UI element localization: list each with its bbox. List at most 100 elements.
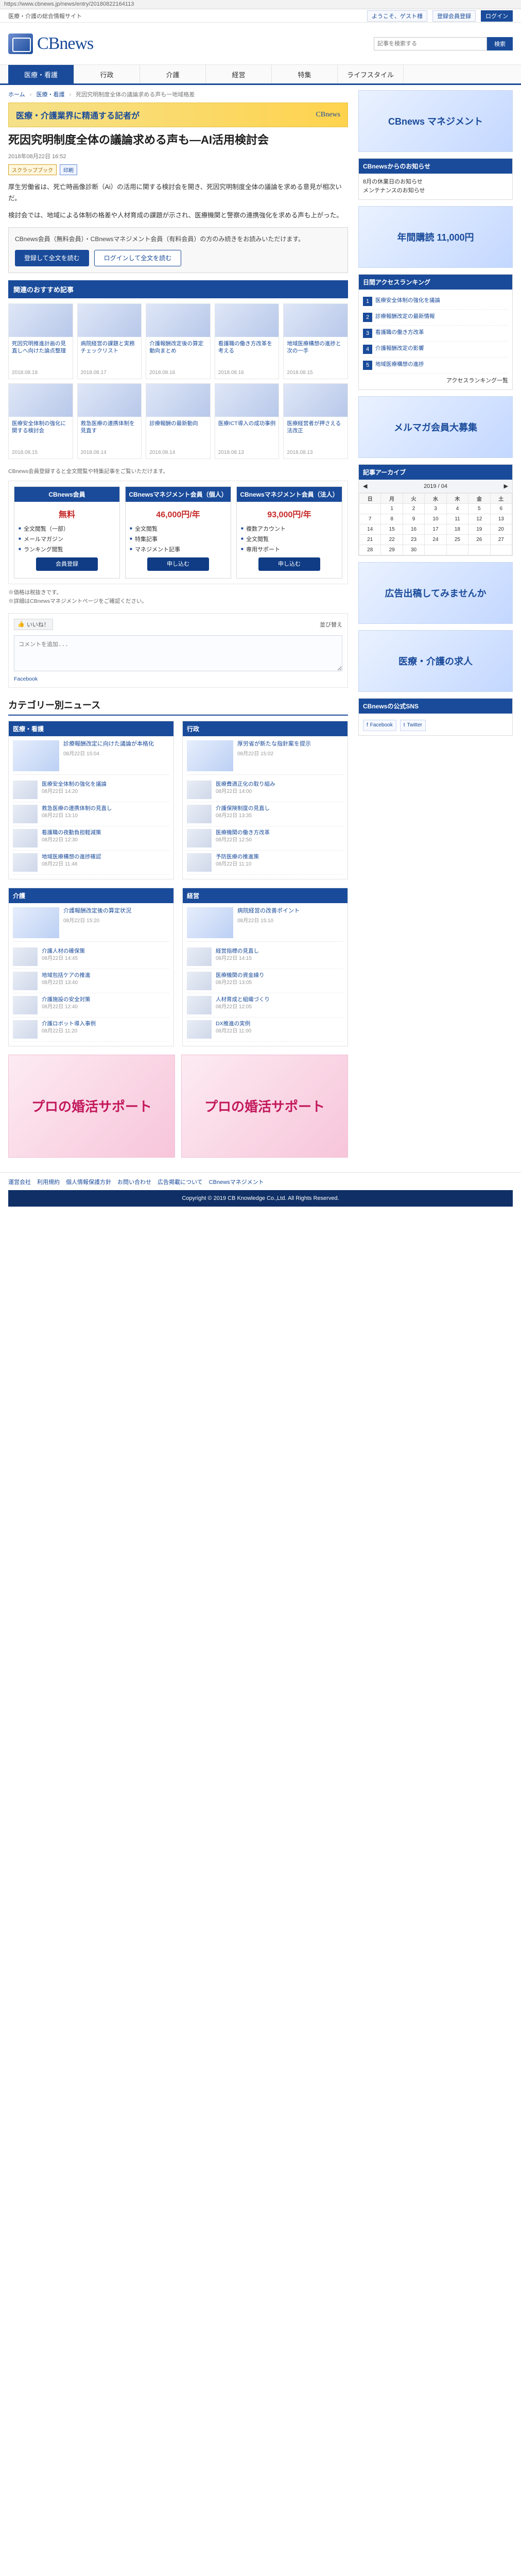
ranking-item[interactable]: 4 介護報酬改定の影響	[363, 342, 508, 358]
chevron-right-icon[interactable]: ▶	[504, 483, 508, 489]
category-item[interactable]: 介護ロボット導入事例 08月22日 11:20	[13, 1018, 169, 1042]
category-item[interactable]: 看護職の夜勤負担軽減策 08月22日 12:30	[13, 826, 169, 851]
facebook-like[interactable]: 👍 いいね！	[14, 618, 53, 630]
topbar-link-welcome[interactable]: ようこそ、ゲスト様	[367, 10, 427, 22]
category-item[interactable]: 医療機関の資金繰り 08月22日 13:05	[187, 969, 343, 993]
footer-link[interactable]: CBnewsマネジメント	[209, 1178, 264, 1186]
twitter-link[interactable]: t Twitter	[400, 720, 426, 731]
calendar-cell[interactable]: 2	[402, 503, 425, 515]
breadcrumb-home[interactable]: ホーム	[8, 92, 25, 98]
category-feature[interactable]: 介護報酬改定後の算定状況 08月22日 15:20	[13, 907, 169, 942]
category-item[interactable]: 経営指標の見直し 08月22日 14:15	[187, 945, 343, 969]
plan-button[interactable]: 申し込む	[147, 557, 209, 571]
nav-item-feature[interactable]: 特集	[272, 65, 338, 83]
recommend-item[interactable]: 医療経営者が押さえる法改正 2018.08.13	[283, 383, 348, 459]
category-feature[interactable]: 厚労省が新たな指針案を提示 08月22日 15:02	[187, 740, 343, 775]
calendar-cell[interactable]: 28	[358, 545, 381, 556]
ranking-item[interactable]: 1 医療安全体制の強化を議論	[363, 294, 508, 310]
category-item[interactable]: 人材育成と組織づくり 08月22日 12:05	[187, 993, 343, 1018]
calendar-cell[interactable]: 21	[358, 534, 381, 546]
calendar-cell[interactable]: 7	[358, 514, 381, 525]
plan-button[interactable]: 申し込む	[258, 557, 320, 571]
calendar-cell[interactable]: 11	[446, 514, 469, 525]
category-item[interactable]: 医療費適正化の取り組み 08月22日 14:00	[187, 778, 343, 802]
calendar-cell[interactable]: 18	[446, 524, 469, 535]
calendar-cell[interactable]: 9	[402, 514, 425, 525]
footer-link[interactable]: 個人情報保護方針	[66, 1178, 111, 1186]
recommend-item[interactable]: 介護報酬改定後の算定動向まとめ 2018.08.16	[146, 303, 211, 379]
recommend-item[interactable]: 看護職の働き方改革を考える 2018.08.16	[214, 303, 280, 379]
search-button[interactable]: 検索	[487, 37, 513, 50]
calendar-cell[interactable]: 10	[424, 514, 447, 525]
ranking-item[interactable]: 2 診療報酬改定の最新情報	[363, 310, 508, 326]
calendar-cell[interactable]: 1	[380, 503, 403, 515]
tag-print[interactable]: 印刷	[60, 164, 77, 175]
calendar-cell[interactable]: 13	[490, 514, 513, 525]
category-header[interactable]: 経営	[183, 888, 348, 903]
recommend-item[interactable]: 診療報酬の最新動向 2018.08.14	[146, 383, 211, 459]
recommend-item[interactable]: 地域医療構想の進捗と次の一手 2018.08.15	[283, 303, 348, 379]
category-header[interactable]: 介護	[9, 888, 173, 903]
calendar-cell[interactable]: 6	[490, 503, 513, 515]
banner[interactable]: 医療・介護業界に精通する記者が CBnews	[8, 103, 348, 127]
tag-scrap[interactable]: スクラップブック	[8, 164, 57, 175]
calendar-cell[interactable]: 27	[490, 534, 513, 546]
calendar-cell[interactable]: 17	[424, 524, 447, 535]
category-item[interactable]: 救急医療の連携体制の見直し 08月22日 13:10	[13, 802, 169, 826]
category-item[interactable]: DX推進の実例 08月22日 11:00	[187, 1018, 343, 1042]
footer-link[interactable]: お問い合わせ	[117, 1178, 151, 1186]
category-item[interactable]: 予防医療の推進策 08月22日 11:10	[187, 851, 343, 875]
recommend-item[interactable]: 医療ICT導入の成功事例 2018.08.13	[214, 383, 280, 459]
footer-link[interactable]: 利用規約	[37, 1178, 60, 1186]
sidebar-ad-top[interactable]: CBnews マネジメント	[358, 90, 513, 152]
sidebar-ad-4[interactable]: 広告出稿してみませんか	[358, 562, 513, 624]
category-item[interactable]: 介護施設の安全対策 08月22日 12:40	[13, 993, 169, 1018]
ad-banner[interactable]: プロの婚活サポート	[181, 1054, 348, 1158]
calendar-cell[interactable]: 8	[380, 514, 403, 525]
calendar-cell[interactable]: 16	[402, 524, 425, 535]
calendar-cell[interactable]: 26	[468, 534, 491, 546]
nav-item-medical[interactable]: 医療・看護	[8, 65, 74, 83]
calendar-cell[interactable]: 15	[380, 524, 403, 535]
category-item[interactable]: 介護保険制度の見直し 08月22日 13:35	[187, 802, 343, 826]
category-item[interactable]: 地域医療構想の進捗確認 08月22日 11:48	[13, 851, 169, 875]
browser-url-bar[interactable]: https://www.cbnews.jp/news/entry/2018082…	[0, 0, 521, 9]
footer-link[interactable]: 運営会社	[8, 1178, 31, 1186]
sidebar-ad-5[interactable]: 医療・介護の求人	[358, 630, 513, 692]
category-item[interactable]: 介護人材の確保策 08月22日 14:45	[13, 945, 169, 969]
calendar-cell[interactable]: 3	[424, 503, 447, 515]
calendar-cell[interactable]: 22	[380, 534, 403, 546]
calendar-cell[interactable]: 25	[446, 534, 469, 546]
ranking-item[interactable]: 5 地域医療構想の進捗	[363, 358, 508, 374]
category-item[interactable]: 医療安全体制の強化を議論 08月22日 14:20	[13, 778, 169, 802]
topbar-link-register[interactable]: 登録会員登録	[432, 10, 476, 22]
calendar-cell[interactable]: 29	[380, 545, 403, 556]
calendar-cell[interactable]: 30	[402, 545, 425, 556]
recommend-item[interactable]: 救急医療の連携体制を見直す 2018.08.14	[77, 383, 142, 459]
recommend-item[interactable]: 医療安全体制の強化に関する検討会 2018.08.15	[8, 383, 73, 459]
facebook-comment-input[interactable]	[14, 635, 342, 671]
ranking-item[interactable]: 3 看護職の働き方改革	[363, 326, 508, 342]
nav-item-lifestyle[interactable]: ライフスタイル	[338, 65, 404, 83]
ranking-more[interactable]: アクセスランキング一覧	[363, 377, 508, 385]
category-item[interactable]: 地域包括ケアの推進 08月22日 13:40	[13, 969, 169, 993]
calendar-cell[interactable]: 23	[402, 534, 425, 546]
category-item[interactable]: 医療機関の働き方改革 08月22日 12:50	[187, 826, 343, 851]
topbar-link-login[interactable]: ログイン	[481, 10, 513, 22]
breadcrumb-category[interactable]: 医療・看護	[36, 92, 64, 98]
nav-item-management[interactable]: 経営	[206, 65, 272, 83]
facebook-sort[interactable]: 並び替え	[320, 620, 342, 629]
notice-item[interactable]: 8月の休業日のお知らせ	[363, 178, 508, 187]
calendar-cell[interactable]: 20	[490, 524, 513, 535]
category-header[interactable]: 行政	[183, 721, 348, 736]
nav-item-administration[interactable]: 行政	[74, 65, 140, 83]
facebook-link[interactable]: f Facebook	[363, 720, 396, 731]
notice-item[interactable]: メンテナンスのお知らせ	[363, 187, 508, 195]
ad-banner[interactable]: プロの婚活サポート	[8, 1054, 175, 1158]
recommend-item[interactable]: 死因究明推進計画の見直しへ向けた論点整理 2018.08.18	[8, 303, 73, 379]
logo[interactable]: CBnews	[8, 33, 94, 54]
sidebar-ad-3[interactable]: メルマガ会員大募集	[358, 396, 513, 459]
chevron-left-icon[interactable]: ◀	[363, 483, 367, 489]
category-header[interactable]: 医療・看護	[9, 721, 173, 736]
recommend-item[interactable]: 病院経営の課題と実務チェックリスト 2018.08.17	[77, 303, 142, 379]
